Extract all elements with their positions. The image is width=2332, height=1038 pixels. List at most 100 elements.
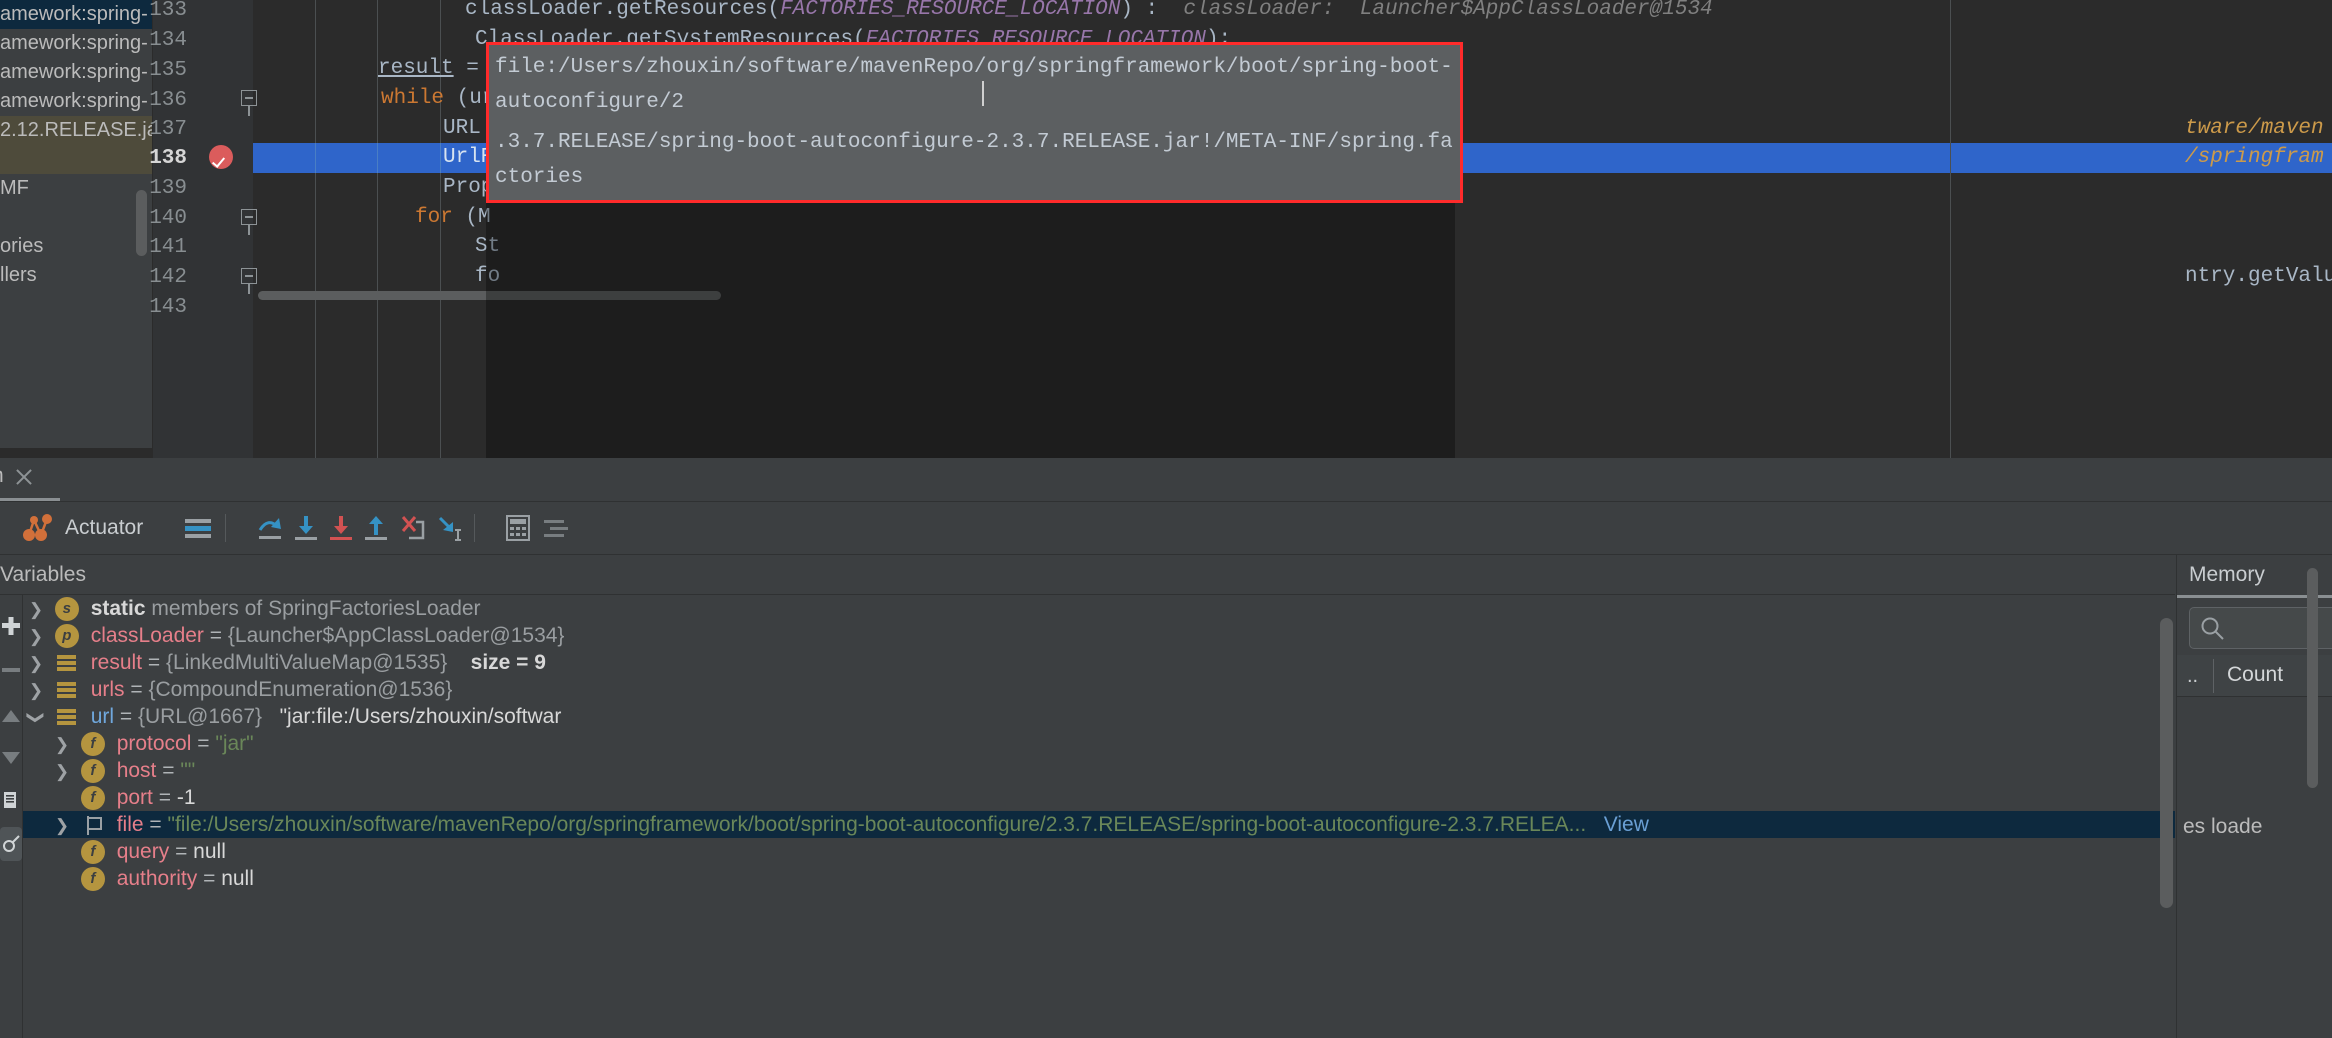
step-out-button[interactable] <box>358 510 394 546</box>
line-number-current: 138 <box>149 147 187 170</box>
code-keyword: for <box>415 206 453 229</box>
code-token: classLoader.getResources( <box>465 0 781 21</box>
table-row[interactable]: ❯ f protocol = "jar" <box>23 730 2175 757</box>
step-into-icon <box>291 514 321 542</box>
search-icon <box>2201 617 2224 640</box>
variable-name: port <box>116 786 153 809</box>
breakpoint-icon[interactable] <box>209 145 233 169</box>
line-number: 136 <box>149 89 187 112</box>
force-step-into-icon <box>326 514 356 542</box>
variable-name: urls <box>90 678 125 701</box>
force-step-into-button[interactable] <box>323 510 359 546</box>
step-into-button[interactable] <box>288 510 324 546</box>
value-tooltip[interactable]: file:/Users/zhouxin/software/mavenRepo/o… <box>486 42 1463 203</box>
variable-value: {Launcher$AppClassLoader@1534} <box>227 624 565 647</box>
step-out-icon <box>361 514 391 542</box>
move-down-button[interactable] <box>0 741 22 775</box>
code-line: for (M <box>415 206 491 229</box>
chevron-right-icon[interactable]: ❯ <box>49 812 75 839</box>
settings-button[interactable] <box>538 510 574 546</box>
line-number: 140 <box>149 207 187 230</box>
variable-size: size = 9 <box>470 651 546 674</box>
step-over-button[interactable] <box>252 510 288 546</box>
variables-header: Variables <box>0 555 2175 595</box>
table-row[interactable]: f port = -1 <box>23 784 2175 811</box>
variable-name: static <box>90 597 146 620</box>
column-divider[interactable] <box>2213 659 2214 693</box>
debugger-tabs: n <box>0 458 2332 501</box>
memory-scrollbar[interactable] <box>2307 568 2318 788</box>
code-identifier: result <box>378 57 454 80</box>
collection-icon <box>55 678 79 702</box>
variable-string: "jar:file:/Users/zhouxin/softwar <box>279 705 562 728</box>
code-fold-tail <box>248 284 250 294</box>
run-to-cursor-button[interactable] <box>430 510 466 546</box>
close-icon[interactable] <box>14 467 34 487</box>
parameter-icon: p <box>54 624 79 649</box>
drop-frame-button[interactable] <box>394 510 430 546</box>
chevron-right-icon[interactable]: ❯ <box>23 596 49 623</box>
tooltip-line-1: file:/Users/zhouxin/software/mavenRepo/o… <box>495 56 1453 114</box>
variables-scrollbar[interactable] <box>2160 618 2173 908</box>
view-link[interactable]: View <box>1604 813 1649 836</box>
code-fold-tail <box>248 225 250 235</box>
chevron-down-icon[interactable]: ❯ <box>23 704 50 730</box>
inspect-button[interactable] <box>0 827 22 861</box>
table-row[interactable]: f authority = null <box>23 865 2175 892</box>
chevron-right-icon[interactable]: ❯ <box>49 758 75 785</box>
variable-value: {LinkedMultiValueMap@1535} <box>166 651 448 674</box>
chevron-right-icon[interactable]: ❯ <box>23 623 49 650</box>
chevron-right-icon[interactable]: ❯ <box>23 677 49 704</box>
chevron-right-icon[interactable]: ❯ <box>49 731 75 758</box>
inline-value: tware/maven <box>2185 117 2324 140</box>
table-row[interactable]: ❯ p classLoader = {Launcher$AppClassLoad… <box>23 622 2175 649</box>
line-number: 135 <box>149 59 187 82</box>
line-number: 133 <box>149 0 187 22</box>
variables-title: Variables <box>0 563 86 586</box>
table-row[interactable]: ❯ f host = "" <box>23 757 2175 784</box>
variable-value: {URL@1667} <box>137 705 263 728</box>
equals-sign: = <box>209 624 223 647</box>
variable-value: members of SpringFactoriesLoader <box>151 597 481 620</box>
add-watch-button[interactable] <box>0 609 22 643</box>
table-row[interactable]: f query = null <box>23 838 2175 865</box>
field-icon: f <box>80 786 105 811</box>
code-token: ntry.getValu <box>2185 265 2332 288</box>
equals-sign: = <box>158 786 171 809</box>
move-up-button[interactable] <box>0 699 22 733</box>
app-indicator[interactable]: Actuator <box>22 513 143 543</box>
copy-value-button[interactable] <box>0 785 22 819</box>
variable-string: "" <box>180 759 196 782</box>
show-execution-point-button[interactable] <box>180 510 216 546</box>
table-row[interactable]: ❯ result = {LinkedMultiValueMap@1535} si… <box>23 649 2175 676</box>
variable-value: null <box>221 867 254 890</box>
tab-label[interactable]: n <box>0 464 4 488</box>
debugger-toolbar: Actuator <box>0 502 2332 554</box>
actuator-icon <box>22 513 56 543</box>
inlay-hint: classLoader: Launcher$AppClassLoader@153… <box>1183 0 1713 21</box>
variable-value: -1 <box>176 786 196 809</box>
watch-flag-icon <box>81 813 105 837</box>
table-row[interactable]: ❯ urls = {CompoundEnumeration@1536} <box>23 676 2175 703</box>
table-row[interactable]: ❯ url = {URL@1667} "jar:file:/Users/zhou… <box>23 703 2175 730</box>
collection-icon <box>55 705 79 729</box>
equals-sign: = <box>203 867 216 890</box>
variable-name: result <box>90 651 143 674</box>
line-number: 137 <box>149 118 187 141</box>
collection-icon <box>55 651 79 675</box>
table-row[interactable]: ❯ file = "file:/Users/zhouxin/software/m… <box>23 811 2175 838</box>
field-icon: f <box>80 759 105 784</box>
variables-side-toolbar <box>0 595 22 1038</box>
remove-watch-button[interactable] <box>0 653 22 687</box>
code-fold-tail <box>248 106 250 116</box>
table-row[interactable]: ❯ s static members of SpringFactoriesLoa… <box>23 595 2175 622</box>
code-token: ) : <box>1120 0 1159 21</box>
variable-name: host <box>116 759 157 782</box>
list-item[interactable]: es loade <box>2183 815 2262 839</box>
chevron-right-icon[interactable]: ❯ <box>23 650 49 677</box>
editor-gutter[interactable]: 133 134 135 136 137 138 139 140 141 142 … <box>149 0 257 458</box>
memory-tab-title[interactable]: Memory <box>2189 563 2265 587</box>
line-number: 143 <box>149 296 187 319</box>
evaluate-expression-button[interactable] <box>500 510 536 546</box>
variables-tree[interactable]: ❯ s static members of SpringFactoriesLoa… <box>22 595 2175 1038</box>
